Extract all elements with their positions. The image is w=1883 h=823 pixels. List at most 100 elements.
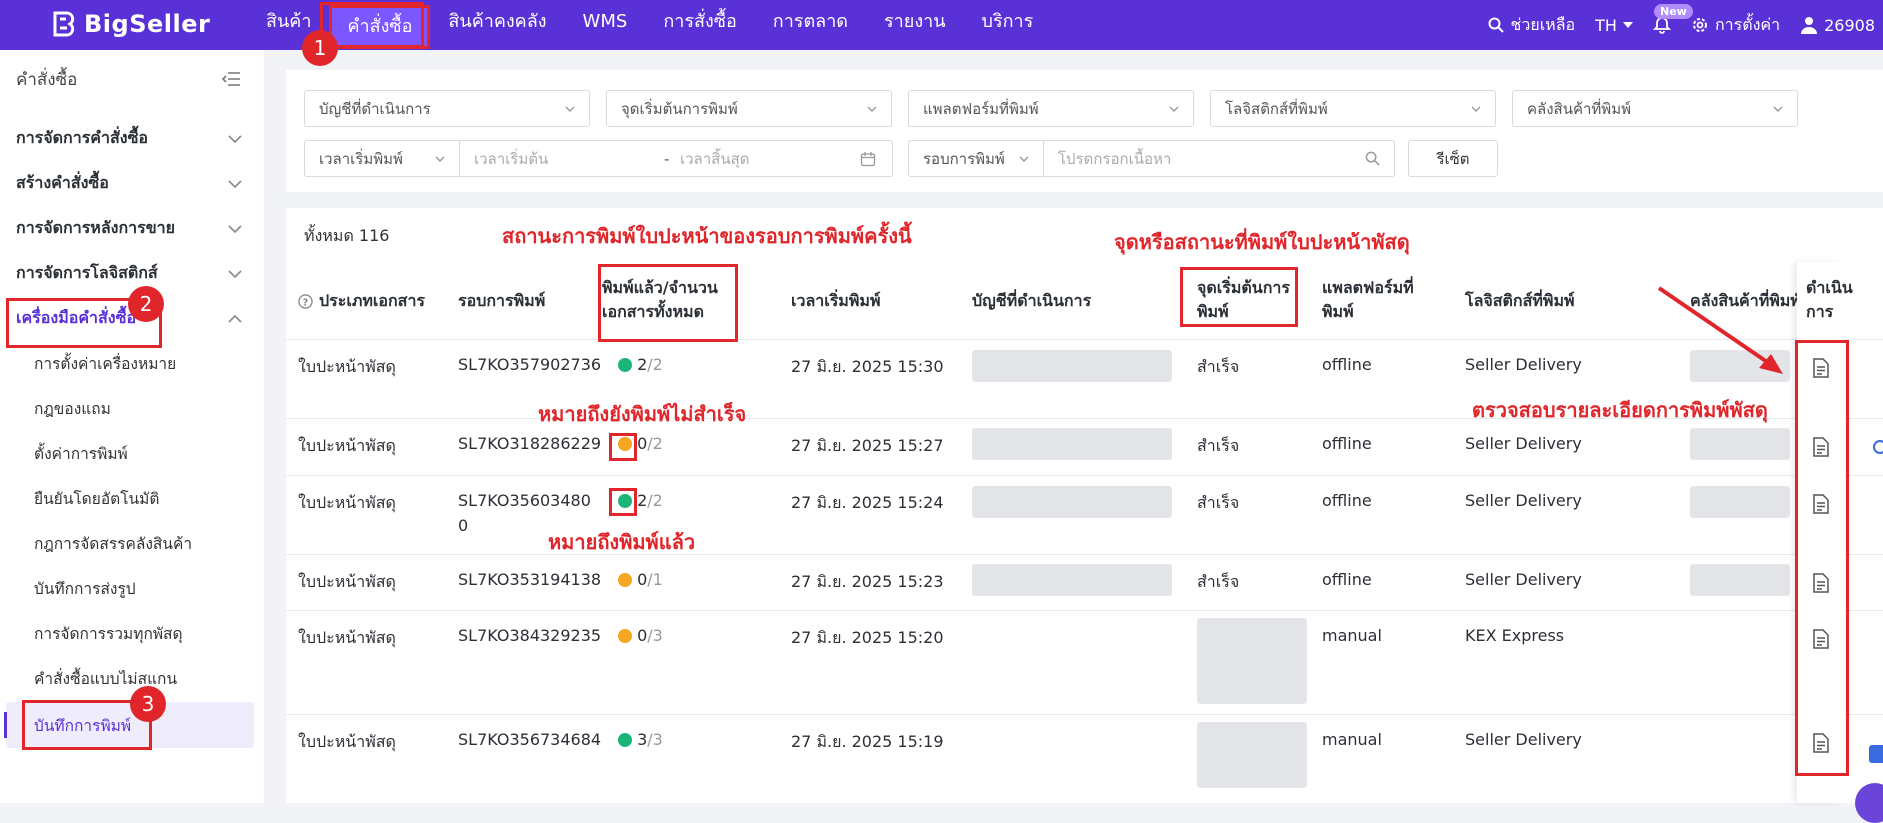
cell-start-time: 27 มิ.ย. 2025 15:30 — [791, 357, 944, 376]
highlight-warning-icon — [609, 433, 637, 461]
gear-icon — [1692, 18, 1707, 32]
cell-printed: 0/3 — [618, 626, 663, 645]
cell-logistics: Seller Delivery — [1465, 570, 1582, 589]
header-operation: ดำเนิน การ — [1806, 276, 1853, 324]
highlight-printed-header — [598, 264, 738, 342]
sidebar-item-image-log[interactable]: บันทึกการส่งรูป — [34, 576, 136, 601]
chevron-down-icon — [867, 106, 877, 112]
top-bar: BigSeller สินค้า คำสั่งซื้อ สินค้าคงคลัง… — [0, 0, 1883, 50]
filter-panel: บัญชีที่ดำเนินการ จุดเริ่มต้นการพิมพ์ แพ… — [286, 70, 1883, 192]
language-select[interactable]: TH — [1595, 16, 1633, 35]
row-divider — [286, 339, 1883, 340]
sidebar-group-create-order[interactable]: สร้างคำสั่งซื้อ — [16, 171, 242, 196]
chevron-down-icon — [1471, 106, 1481, 112]
nav-marketing[interactable]: การตลาด — [755, 0, 866, 50]
language-label: TH — [1595, 15, 1617, 35]
sidebar-item-mark-settings[interactable]: การตั้งค่าเครื่องหมาย — [34, 351, 176, 376]
blurred-account — [972, 350, 1172, 382]
platform-select[interactable]: แพลตฟอร์มที่พิมพ์ — [908, 90, 1194, 127]
collapse-sidebar-icon[interactable] — [222, 72, 240, 86]
annotation-origin-title: จุดหรือสถานะที่พิมพ์ใบปะหน้าพัสดุ — [1114, 230, 1410, 254]
sidebar-item-auto-confirm[interactable]: ยืนยันโดยอัตโนมัติ — [34, 486, 159, 511]
help-circle-icon[interactable]: ? — [298, 293, 313, 309]
printed-count: 0 — [637, 434, 648, 453]
row-divider — [286, 714, 1883, 715]
sidebar-active-indicator — [4, 712, 7, 738]
sidebar-group-order-management[interactable]: การจัดการคำสั่งซื้อ — [16, 126, 242, 151]
search-placeholder: โปรดกรอกเนื้อหา — [1058, 149, 1172, 168]
total-count-cell: /3 — [647, 730, 663, 749]
print-log-table: ทั้งหมด 116 ? ประเภทเอกสาร รอบการพิมพ์ พ… — [286, 208, 1883, 803]
sidebar-item-print-settings[interactable]: ตั้งค่าการพิมพ์ — [34, 441, 128, 466]
chevron-down-icon — [565, 106, 575, 112]
logistics-select[interactable]: โลจิสติกส์ที่พิมพ์ — [1210, 90, 1496, 127]
printed-count: 2 — [637, 355, 648, 374]
header-platform-line2: พิมพ์ — [1322, 302, 1354, 321]
success-icon — [618, 733, 632, 747]
time-type-select[interactable]: เวลาเริ่มพิมพ์ — [304, 140, 460, 177]
sidebar-group-label: การจัดการโลจิสติกส์ — [16, 263, 158, 282]
cell-logistics: Seller Delivery — [1465, 355, 1582, 374]
sidebar-item-warehouse-rules[interactable]: กฎการจัดสรรคลังสินค้า — [34, 531, 192, 556]
sidebar-group-label: การจัดการหลังการขาย — [16, 218, 176, 237]
header-round: รอบการพิมพ์ — [458, 291, 546, 310]
cell-doc-type: ใบปะหน้าพัสดุ — [298, 493, 396, 512]
row-divider — [286, 475, 1883, 476]
settings-link[interactable]: การตั้งค่า — [1691, 13, 1780, 38]
header-operation-line1: ดำเนิน — [1806, 278, 1853, 297]
chat-icon[interactable] — [1869, 745, 1883, 763]
highlight-success-icon — [609, 488, 637, 516]
cell-platform: manual — [1322, 626, 1382, 645]
sidebar: คำสั่งซื้อ การจัดการคำสั่งซื้อ สร้างคำสั… — [0, 50, 264, 803]
assistant-bubble-icon[interactable] — [1855, 783, 1883, 823]
sidebar-group-label: สร้างคำสั่งซื้อ — [16, 173, 109, 192]
total-count-cell: /2 — [647, 491, 663, 510]
sidebar-group-after-sales[interactable]: การจัดการหลังการขาย — [16, 216, 242, 241]
help-link[interactable]: ช่วยเหลือ — [1488, 13, 1575, 38]
search-input[interactable]: โปรดกรอกเนื้อหา — [1043, 140, 1395, 177]
chevron-down-icon — [1773, 106, 1783, 112]
nav-reports[interactable]: รายงาน — [866, 0, 964, 50]
header-platform-line1: แพลตฟอร์มที่ — [1322, 278, 1414, 297]
nav-purchase[interactable]: การสั่งซื้อ — [645, 0, 754, 50]
nav-inventory[interactable]: สินค้าคงคลัง — [430, 0, 564, 50]
success-icon — [618, 358, 632, 372]
nav-wms[interactable]: WMS — [565, 0, 646, 50]
reset-button[interactable]: รีเซ็ต — [1408, 140, 1498, 177]
brand[interactable]: BigSeller — [52, 9, 210, 39]
print-origin-select[interactable]: จุดเริ่มต้นการพิมพ์ — [606, 90, 892, 127]
search-icon — [1365, 151, 1380, 166]
time-type-label: เวลาเริ่มพิมพ์ — [319, 149, 403, 168]
chevron-down-icon — [228, 269, 242, 278]
header-doc-type: ? ประเภทเอกสาร — [298, 289, 425, 313]
warehouse-select-label: คลังสินค้าที่พิมพ์ — [1527, 99, 1631, 118]
date-range-picker[interactable]: เวลาเริ่มต้น - เวลาสิ้นสุด — [459, 140, 893, 177]
round-select[interactable]: รอบการพิมพ์ — [908, 140, 1044, 177]
cell-logistics: Seller Delivery — [1465, 730, 1582, 749]
printed-count: 0 — [637, 570, 648, 589]
account-select-label: บัญชีที่ดำเนินการ — [319, 99, 431, 118]
user-id: 26908 — [1824, 15, 1875, 35]
cell-origin: สำเร็จ — [1197, 436, 1240, 455]
header-doc-type-label: ประเภทเอกสาร — [319, 291, 426, 310]
chevron-down-icon — [435, 156, 445, 162]
header-operation-line2: การ — [1806, 302, 1834, 321]
blurred-warehouse — [1690, 564, 1790, 596]
user-menu[interactable]: 26908 — [1800, 16, 1875, 35]
cell-round-wrap: 0 — [458, 516, 469, 535]
end-time-placeholder: เวลาสิ้นสุด — [680, 149, 750, 168]
cell-platform: manual — [1322, 730, 1382, 749]
sidebar-group-logistics[interactable]: การจัดการโลจิสติกส์ — [16, 261, 242, 286]
nav-services[interactable]: บริการ — [964, 0, 1052, 50]
cell-origin: สำเร็จ — [1197, 493, 1240, 512]
side-widget-icon[interactable] — [1873, 440, 1883, 454]
cell-round: SL7KO357902736 — [458, 355, 602, 374]
sidebar-group-label: การจัดการคำสั่งซื้อ — [16, 128, 149, 147]
sidebar-item-merge-parcels[interactable]: การจัดการรวมทุกพัสดุ — [34, 621, 183, 646]
cell-round: SL7KO318286229 — [458, 434, 602, 453]
warehouse-select[interactable]: คลังสินค้าที่พิมพ์ — [1512, 90, 1798, 127]
sidebar-item-gift-rules[interactable]: กฎของแถม — [34, 396, 111, 421]
cell-origin: สำเร็จ — [1197, 572, 1240, 591]
account-select[interactable]: บัญชีที่ดำเนินการ — [304, 90, 590, 127]
cell-round: SL7KO356734684 — [458, 730, 602, 749]
